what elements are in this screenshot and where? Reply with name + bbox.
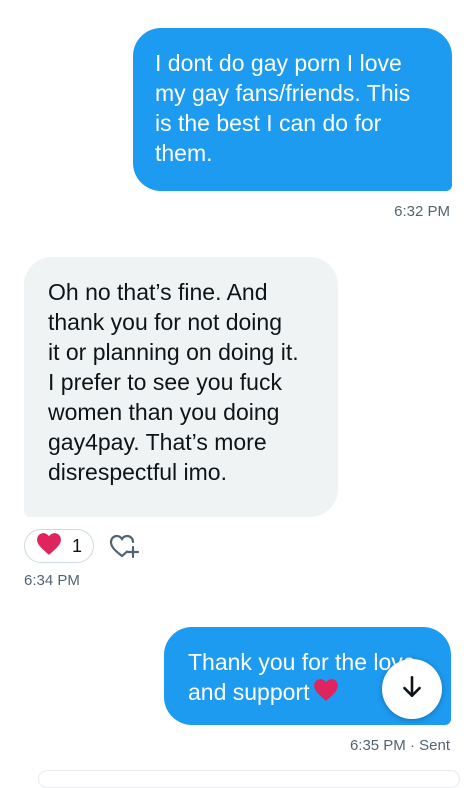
- message-line: it or planning on doing it.: [48, 339, 299, 365]
- message-line: them.: [155, 140, 213, 166]
- message-line: thank you for not doing: [48, 309, 282, 335]
- message-timestamp: 6:32 PM: [394, 203, 450, 220]
- heart-icon: [36, 532, 62, 561]
- message-line: and support: [188, 679, 310, 705]
- arrow-down-icon: [399, 674, 425, 705]
- message-line: disrespectful imo.: [48, 459, 227, 485]
- message-line: is the best I can do for: [155, 110, 382, 136]
- reaction-pill[interactable]: 1: [24, 529, 94, 563]
- received-message-bubble[interactable]: Oh no that’s fine. And thank you for not…: [24, 257, 338, 517]
- red-heart-icon: [313, 678, 339, 709]
- sent-message-bubble[interactable]: I dont do gay porn I love my gay fans/fr…: [133, 28, 452, 191]
- message-timestamp: 6:34 PM: [24, 572, 80, 589]
- scroll-to-bottom-button[interactable]: [382, 659, 442, 719]
- message-line: gay4pay. That’s more: [48, 429, 267, 455]
- reaction-count: 1: [72, 535, 83, 556]
- message-composer-edge: [38, 770, 460, 788]
- message-timestamp: 6:35 PM · Sent: [349, 737, 450, 754]
- message-line: women than you doing: [48, 399, 280, 425]
- message-line: my gay fans/friends. This: [155, 80, 411, 106]
- message-line: I prefer to see you fuck: [48, 369, 282, 395]
- message-line: I dont do gay porn I love: [155, 50, 402, 76]
- message-line: Oh no that’s fine. And: [48, 279, 268, 305]
- add-reaction-icon[interactable]: [108, 531, 142, 561]
